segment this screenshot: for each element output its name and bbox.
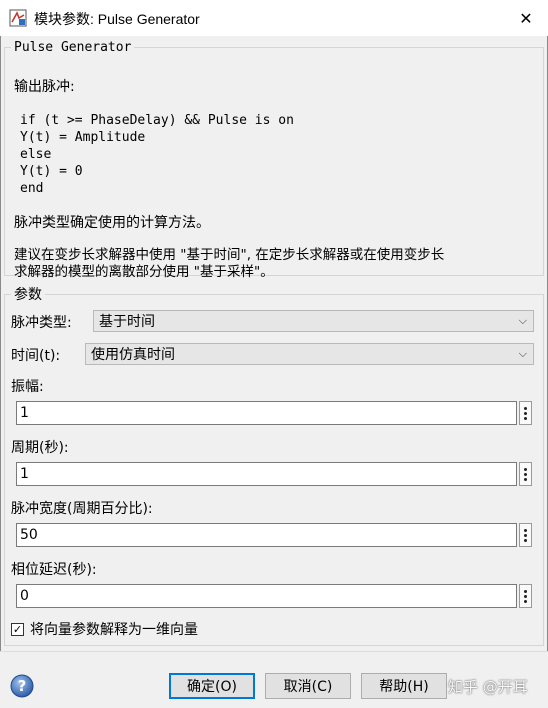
vector-params-checkbox[interactable]: ✓ — [11, 622, 24, 636]
period-more-button[interactable] — [519, 462, 532, 486]
description-paragraph-2-line-2: 求解器的模型的离散部分使用 "基于采样"。 — [14, 264, 274, 280]
description-legend: Pulse Generator — [14, 40, 132, 55]
description-paragraph-1: 脉冲类型确定使用的计算方法。 — [14, 215, 210, 231]
phase-delay-input[interactable]: 0 — [16, 584, 517, 608]
pulse-width-label: 脉冲宽度(周期百分比): — [11, 501, 153, 517]
help-button[interactable]: 帮助(H) — [361, 673, 447, 699]
amplitude-label: 振幅: — [11, 379, 44, 395]
pulse-width-more-button[interactable] — [519, 523, 532, 547]
svg-text:?: ? — [18, 677, 27, 695]
code-line-3: else — [20, 147, 52, 162]
description-paragraph-2-line-1: 建议在变步长求解器中使用 "基于时间", 在定步长求解器或在使用变步长 — [14, 247, 445, 263]
amplitude-input[interactable]: 1 — [16, 401, 517, 425]
pulse-type-label: 脉冲类型: — [11, 315, 72, 331]
window-title: 模块参数: Pulse Generator — [34, 11, 200, 27]
vector-params-option[interactable]: ✓ 将向量参数解释为一维向量 — [11, 619, 198, 639]
cancel-button[interactable]: 取消(C) — [265, 673, 351, 699]
amplitude-more-button[interactable] — [519, 401, 532, 425]
parameters-legend: 参数 — [14, 287, 42, 303]
chevron-down-icon: ⌵ — [518, 347, 527, 360]
simulink-block-icon — [9, 9, 27, 27]
period-input[interactable]: 1 — [16, 462, 517, 486]
phase-delay-more-button[interactable] — [519, 584, 532, 608]
close-button[interactable]: ✕ — [514, 6, 538, 30]
code-line-4: Y(t) = 0 — [20, 164, 83, 179]
vector-params-label: 将向量参数解释为一维向量 — [30, 622, 198, 638]
check-icon: ✓ — [12, 622, 23, 636]
watermark: 知乎 @开耳 — [448, 678, 528, 696]
time-dropdown[interactable]: 使用仿真时间 ⌵ — [85, 343, 534, 365]
pulse-width-input[interactable]: 50 — [16, 523, 517, 547]
description-group: Pulse Generator 输出脉冲: if (t >= PhaseDela… — [4, 40, 544, 280]
time-label: 时间(t): — [11, 348, 61, 364]
pulse-type-value: 基于时间 — [99, 314, 155, 330]
ok-button[interactable]: 确定(O) — [169, 673, 255, 699]
help-icon[interactable]: ? — [10, 674, 34, 698]
code-line-1: if (t >= PhaseDelay) && Pulse is on — [20, 113, 294, 128]
description-heading: 输出脉冲: — [14, 79, 75, 95]
title-bar: 模块参数: Pulse Generator ✕ — [0, 0, 548, 36]
chevron-down-icon: ⌵ — [518, 314, 527, 327]
pulse-type-dropdown[interactable]: 基于时间 ⌵ — [93, 310, 534, 332]
period-label: 周期(秒): — [11, 440, 69, 456]
code-line-5: end — [20, 181, 44, 196]
time-value: 使用仿真时间 — [91, 347, 175, 363]
phase-delay-label: 相位延迟(秒): — [11, 562, 97, 578]
code-line-2: Y(t) = Amplitude — [20, 130, 146, 145]
close-icon: ✕ — [519, 8, 533, 28]
